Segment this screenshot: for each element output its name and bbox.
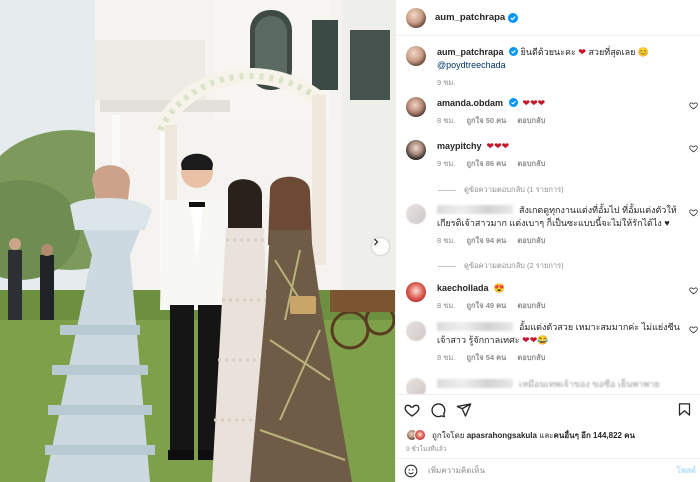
share-icon[interactable]: [456, 402, 472, 418]
comment-likes[interactable]: ถูกใจ 50 คน: [466, 116, 506, 125]
comment-likes[interactable]: ถูกใจ 94 คน: [466, 236, 506, 245]
comment-text: เหมือนเทพเจ้าของ ขอซือ เย็นพาพาย: [519, 379, 660, 389]
blurred-username: [437, 379, 513, 388]
post-actions-bar: [396, 394, 700, 424]
comment-username[interactable]: maypitchy: [437, 141, 482, 151]
smile-icon[interactable]: [404, 464, 418, 478]
reply-button[interactable]: ตอบกลับ: [517, 116, 545, 125]
reply-line-divider: [438, 189, 456, 191]
add-comment-input[interactable]: เพิ่มความคิดเห็น: [428, 464, 485, 477]
comment-item: เหมือนเทพเจ้าของ ขอซือ เย็นพาพาย: [406, 378, 700, 394]
view-replies-label: ดูข้อความตอบกลับ (2 รายการ): [464, 261, 564, 270]
likes-others-link[interactable]: คนอื่นๆ: [554, 431, 579, 440]
comment-icon[interactable]: [430, 402, 446, 418]
post-time-ago[interactable]: 9 ชั่วโมงที่แล้ว: [396, 444, 700, 458]
reply-button[interactable]: ตอบกลับ: [517, 301, 545, 310]
liker-username[interactable]: apasrahongsakula: [467, 431, 537, 440]
comment-time[interactable]: 8 ชม.: [437, 353, 455, 362]
avatar[interactable]: [406, 378, 426, 394]
comment-time[interactable]: 8 ชม.: [437, 116, 455, 125]
comments-list: aum_patchrapa ยินดีด้วยนะคะ ❤ สวยที่สุดเ…: [396, 36, 700, 394]
verified-badge-icon: [509, 47, 519, 56]
comment-likes[interactable]: ถูกใจ 49 คน: [466, 301, 506, 310]
comment-item: maypitchy ❤❤❤ 9 ชม. ถูกใจ 86 คน ตอบกลับ: [406, 140, 700, 170]
add-comment-bar: เพิ่มความคิดเห็น โพสต์: [396, 458, 700, 482]
verified-badge-icon: [508, 12, 519, 23]
verified-badge-icon: [508, 98, 518, 107]
comment-time[interactable]: 9 ชม.: [437, 159, 455, 168]
likes-prefix: ถูกใจโดย: [432, 430, 465, 440]
blurred-username: [437, 205, 513, 214]
likes-count[interactable]: อีก 144,822 คน: [581, 431, 635, 440]
avatar[interactable]: [406, 282, 426, 302]
comment-item: amanda.obdam ❤❤❤ 8 ชม. ถูกใจ 50 คน ตอบกล…: [406, 97, 700, 127]
comment-username[interactable]: amanda.obdam: [437, 98, 503, 108]
view-replies-button[interactable]: ดูข้อความตอบกลับ (2 รายการ): [438, 260, 564, 272]
comment-item: สังเกตดูทุกงานแต่งที่อั้มไป ที่อั้มแต่งต…: [406, 204, 700, 247]
bookmark-icon[interactable]: [677, 402, 692, 417]
like-comment-heart-icon[interactable]: [689, 101, 698, 110]
next-photo-button[interactable]: [372, 238, 389, 255]
comment-item: kaechollada 😍 8 ชม. ถูกใจ 49 คน ตอบกลับ: [406, 282, 700, 312]
like-comment-heart-icon[interactable]: [689, 286, 698, 295]
like-comment-heart-icon[interactable]: [689, 325, 698, 334]
red-heart-icon: ❤: [578, 47, 586, 57]
heart-icon[interactable]: [404, 402, 420, 418]
avatar[interactable]: [406, 140, 426, 160]
like-comment-heart-icon[interactable]: [689, 144, 698, 153]
view-replies-label: ดูข้อความตอบกลับ (1 รายการ): [464, 185, 564, 194]
post-side-panel: aum_patchrapa aum_patchrapa ยินดีด้วยนะค…: [395, 0, 700, 482]
comment-time[interactable]: 8 ชม.: [437, 236, 455, 245]
avatar[interactable]: [406, 46, 426, 66]
avatar[interactable]: [406, 7, 426, 28]
reply-button[interactable]: ตอบกลับ: [517, 353, 545, 362]
likes-middle: และ: [539, 430, 554, 440]
next-arrow-icon: [374, 238, 379, 246]
caption-username[interactable]: aum_patchrapa: [437, 47, 504, 57]
likes-summary: ถูกใจโดย apasrahongsakula และคนอื่นๆ อีก…: [396, 424, 700, 444]
comment-username[interactable]: kaechollada: [437, 283, 489, 293]
post-header: aum_patchrapa: [396, 0, 700, 36]
avatar[interactable]: [406, 204, 426, 224]
post-photo[interactable]: [0, 0, 395, 482]
like-comment-heart-icon[interactable]: [689, 208, 698, 217]
avatar[interactable]: [406, 97, 426, 117]
post-comment-button[interactable]: โพสต์: [676, 464, 696, 477]
reply-button[interactable]: ตอบกลับ: [517, 236, 545, 245]
hearts-emoji-icon: ❤❤❤: [520, 98, 546, 108]
header-username[interactable]: aum_patchrapa: [435, 12, 505, 23]
reply-line-divider: [438, 265, 456, 267]
wedding-photo-illustration: [0, 0, 395, 482]
caption-time[interactable]: 9 ชม.: [437, 78, 455, 87]
caption-mention-link[interactable]: @poydtreechada: [437, 60, 506, 70]
caption-text: ยินดีด้วยนะคะ: [520, 47, 576, 57]
caption-text-2: สวยที่สุดเลย: [588, 47, 636, 57]
blurred-username: [437, 322, 513, 331]
liker-avatar[interactable]: [414, 429, 426, 441]
smiling-face-icon: 😊: [637, 47, 650, 57]
caption: aum_patchrapa ยินดีด้วยนะคะ ❤ สวยที่สุดเ…: [406, 46, 700, 89]
instagram-post-dialog: aum_patchrapa aum_patchrapa ยินดีด้วยนะค…: [0, 0, 700, 482]
view-replies-button[interactable]: ดูข้อความตอบกลับ (1 รายการ): [438, 184, 564, 196]
comment-likes[interactable]: ถูกใจ 86 คน: [466, 159, 506, 168]
hearts-emoji-icon: ❤❤❤: [484, 141, 510, 151]
avatar[interactable]: [406, 321, 426, 341]
reply-button[interactable]: ตอบกลับ: [517, 159, 545, 168]
comment-item: อั้มแต่งตัวสวย เหมาะสมมากค่ะ ไม่แย่งซีนเ…: [406, 321, 700, 364]
comment-time[interactable]: 8 ชม.: [437, 301, 455, 310]
heart-eyes-emoji-icon: 😍: [491, 283, 505, 293]
comment-likes[interactable]: ถูกใจ 54 คน: [466, 353, 506, 362]
emoji-reactions-icon: ❤❤😂: [522, 335, 549, 345]
